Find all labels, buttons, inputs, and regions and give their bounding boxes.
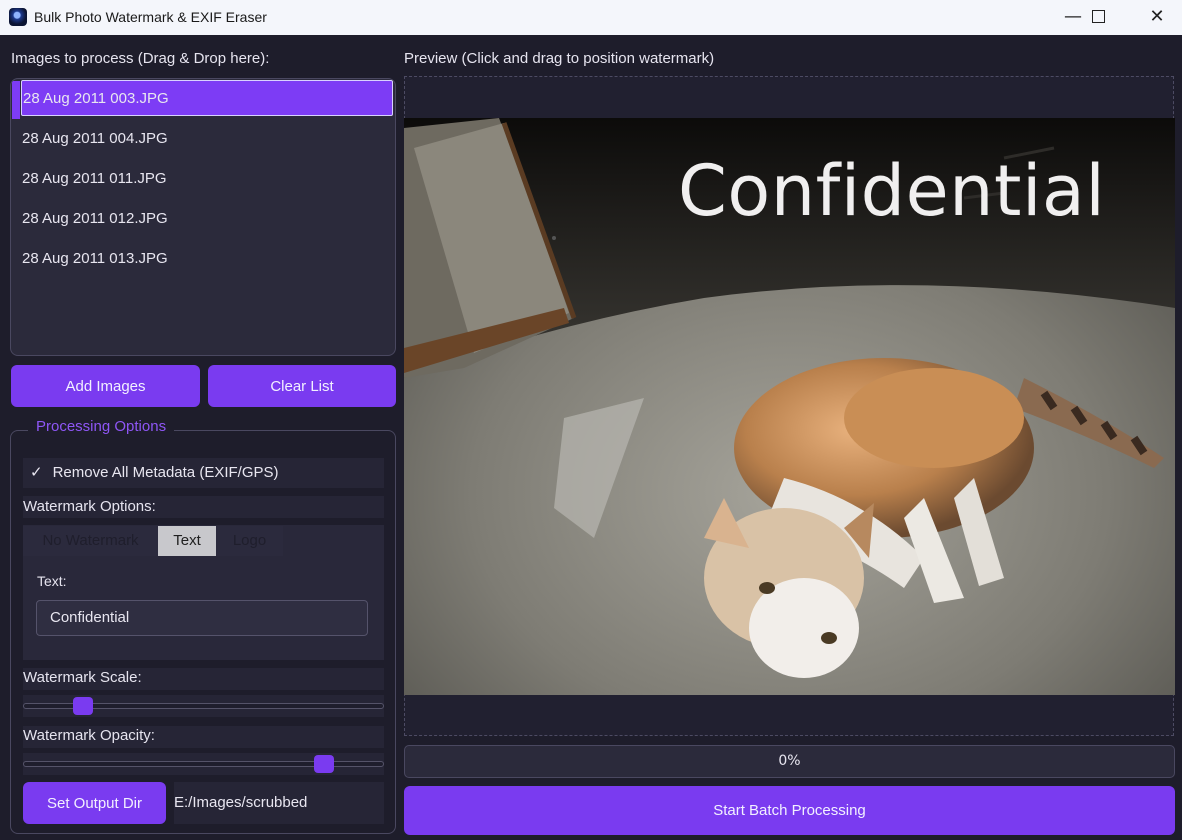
- tab-no-watermark[interactable]: No Watermark: [23, 526, 158, 556]
- tab-text[interactable]: Text: [158, 526, 216, 556]
- opacity-label: Watermark Opacity:: [23, 727, 155, 744]
- processing-options-title: Processing Options: [28, 418, 175, 435]
- watermark-text-overlay[interactable]: Confidential: [678, 150, 1105, 232]
- watermark-text-input[interactable]: Confidential: [36, 600, 368, 636]
- list-item[interactable]: 28 Aug 2011 012.JPG: [22, 201, 392, 237]
- scale-slider-handle[interactable]: [73, 697, 94, 715]
- list-item[interactable]: 28 Aug 2011 004.JPG: [22, 121, 392, 157]
- start-batch-processing-button[interactable]: Start Batch Processing: [404, 786, 1175, 835]
- tab-logo[interactable]: Logo: [216, 526, 283, 556]
- close-button[interactable]: ✕: [1132, 0, 1182, 33]
- list-item[interactable]: 28 Aug 2011 013.JPG: [22, 241, 392, 277]
- file-list[interactable]: 28 Aug 2011 003.JPG 28 Aug 2011 004.JPG …: [10, 78, 396, 356]
- opacity-slider-handle[interactable]: [313, 755, 334, 773]
- window-title: Bulk Photo Watermark & EXIF Eraser: [34, 9, 267, 25]
- remove-metadata-checkbox[interactable]: ✓ Remove All Metadata (EXIF/GPS): [30, 463, 279, 481]
- list-item[interactable]: 28 Aug 2011 011.JPG: [22, 161, 392, 197]
- output-path: E:/Images/scrubbed: [174, 782, 384, 824]
- images-label: Images to process (Drag & Drop here):: [11, 50, 270, 67]
- check-icon: ✓: [30, 463, 43, 481]
- clear-list-button[interactable]: Clear List: [208, 365, 396, 407]
- selection-marker: [12, 81, 20, 119]
- watermark-options-label: Watermark Options:: [23, 498, 156, 515]
- progress-bar: 0%: [404, 745, 1175, 778]
- title-bar: Bulk Photo Watermark & EXIF Eraser — ✕: [0, 0, 1182, 35]
- maximize-button[interactable]: [1073, 0, 1123, 33]
- maximize-icon: [1091, 10, 1105, 23]
- preview-label: Preview (Click and drag to position wate…: [404, 50, 715, 67]
- add-images-button[interactable]: Add Images: [11, 365, 200, 407]
- set-output-dir-button[interactable]: Set Output Dir: [23, 782, 166, 824]
- scale-label: Watermark Scale:: [23, 669, 142, 686]
- remove-metadata-label: Remove All Metadata (EXIF/GPS): [52, 464, 279, 481]
- text-label: Text:: [37, 573, 67, 589]
- app-icon: [9, 8, 27, 26]
- list-item[interactable]: 28 Aug 2011 003.JPG: [21, 80, 393, 116]
